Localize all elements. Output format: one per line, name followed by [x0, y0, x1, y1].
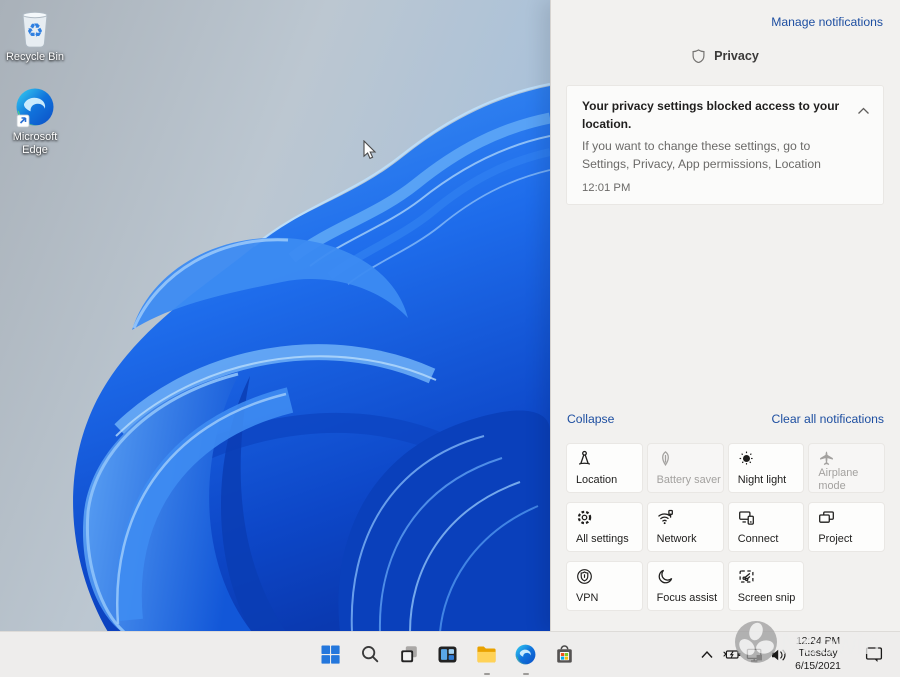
network-wifi-icon — [657, 509, 673, 525]
quick-action-connect[interactable]: Connect — [727, 502, 805, 552]
taskbar: 12:24 PM Tuesday 6/15/2021 — [0, 631, 900, 677]
tray-battery-button[interactable] — [723, 632, 742, 677]
chevron-up-icon — [701, 650, 713, 658]
night-light-sun-icon — [739, 451, 754, 466]
wallpaper-bloom — [0, 0, 550, 632]
quick-action-night-light[interactable]: Night light — [727, 443, 805, 493]
quick-actions-grid: Location Battery saver Night light Airpl… — [566, 443, 885, 611]
notification-center-button[interactable] — [864, 632, 884, 677]
settings-gear-icon — [577, 510, 592, 525]
mouse-cursor — [363, 140, 377, 160]
clock-time: 12:24 PM — [795, 636, 841, 647]
quick-action-project[interactable]: Project — [808, 502, 885, 552]
volume-icon — [772, 649, 786, 660]
widgets-icon — [438, 645, 457, 663]
collapse-link[interactable]: Collapse — [567, 412, 614, 426]
notification-card[interactable]: Your privacy settings blocked access to … — [566, 85, 884, 205]
manage-notifications-link[interactable]: Manage notifications — [771, 15, 883, 29]
desktop-icon-microsoft-edge[interactable]: Microsoft Edge — [2, 86, 68, 157]
notification-time: 12:01 PM — [582, 181, 631, 194]
file-explorer-icon — [477, 645, 496, 663]
screen-snip-icon — [739, 570, 754, 583]
notification-body: If you want to change these settings, go… — [582, 139, 821, 172]
location-icon — [578, 450, 591, 465]
clock-date: 6/15/2021 — [795, 660, 841, 672]
notifications-bubble-icon — [865, 647, 883, 662]
connect-devices-icon — [738, 511, 754, 525]
battery-charging-icon — [723, 650, 741, 659]
privacy-shield-icon — [692, 49, 705, 63]
search-icon — [361, 646, 378, 663]
tray-chevron-button[interactable] — [700, 632, 714, 677]
task-view-icon — [400, 646, 417, 663]
edge-icon — [13, 86, 57, 130]
battery-saver-leaf-icon — [661, 451, 669, 466]
quick-action-vpn[interactable]: VPN — [566, 561, 643, 611]
recycle-bin-icon: ♻ — [13, 6, 57, 50]
quick-action-network[interactable]: Network — [646, 502, 724, 552]
search-button[interactable] — [353, 637, 386, 671]
desktop-icon-label: Microsoft Edge — [12, 131, 58, 156]
desktop-icon-recycle-bin[interactable]: ♻ Recycle Bin — [2, 6, 68, 64]
tray-volume-button[interactable] — [770, 632, 788, 677]
notification-group-header: Privacy — [551, 49, 900, 63]
group-title: Privacy — [714, 49, 759, 63]
chevron-up-icon[interactable] — [857, 107, 870, 115]
task-view-button[interactable] — [392, 637, 425, 671]
tray-network-button[interactable] — [745, 632, 764, 677]
quick-action-location[interactable]: Location — [566, 443, 643, 493]
svg-text:♻: ♻ — [26, 20, 43, 42]
start-icon — [321, 644, 340, 664]
vpn-shield-icon — [577, 569, 592, 584]
action-center-panel: Manage notifications Privacy Your privac… — [550, 0, 900, 632]
file-explorer-button[interactable] — [470, 637, 503, 671]
quick-action-focus-assist[interactable]: Focus assist — [646, 561, 724, 611]
edge-browser-icon — [515, 644, 536, 664]
tray-clock[interactable]: 12:24 PM Tuesday 6/15/2021 — [788, 636, 848, 673]
airplane-icon — [820, 451, 834, 465]
microsoft-store-button[interactable] — [548, 637, 581, 671]
notification-title: Your privacy settings blocked access to … — [582, 99, 840, 131]
start-button[interactable] — [314, 637, 347, 671]
focus-assist-moon-icon — [658, 569, 672, 584]
windows-desktop: ♻ Recycle Bin Microsoft Edge Manage noti… — [0, 0, 900, 677]
quick-action-all-settings[interactable]: All settings — [566, 502, 643, 552]
desktop-icon-label: Recycle Bin — [5, 51, 65, 63]
quick-action-airplane-mode[interactable]: Airplane mode — [808, 443, 885, 493]
edge-taskbar-button[interactable] — [509, 637, 542, 671]
widgets-button[interactable] — [431, 637, 464, 671]
quick-actions-header: Collapse Clear all notifications — [567, 412, 884, 426]
clock-day: Tuesday — [798, 648, 838, 660]
clear-all-notifications-link[interactable]: Clear all notifications — [772, 412, 884, 426]
quick-action-screen-snip[interactable]: Screen snip — [727, 561, 805, 611]
quick-action-battery-saver[interactable]: Battery saver — [646, 443, 724, 493]
ethernet-icon — [746, 648, 762, 662]
taskbar-center-buttons — [314, 637, 581, 671]
microsoft-store-icon — [557, 644, 572, 663]
project-screens-icon — [819, 511, 835, 523]
